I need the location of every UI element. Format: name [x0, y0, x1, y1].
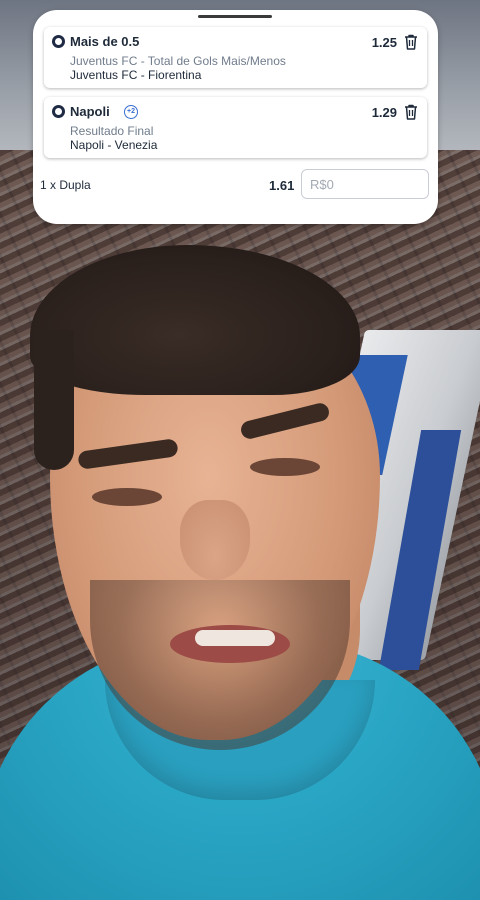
total-odds: 1.61	[269, 178, 295, 193]
right-eye	[250, 458, 320, 476]
bet-selection[interactable]: Mais de 0.5 Juventus FC - Total de Gols …	[44, 27, 427, 88]
selection-odds: 1.25	[371, 35, 397, 50]
selection-market: Resultado Final	[70, 124, 154, 138]
bet-selection[interactable]: Napoli +2 Resultado Final Napoli - Venez…	[44, 97, 427, 158]
selection-title: Napoli	[70, 104, 110, 119]
trash-icon[interactable]	[404, 104, 418, 120]
person-hair-side	[34, 330, 74, 470]
soccer-ball-icon	[52, 35, 65, 48]
soccer-ball-icon	[52, 105, 65, 118]
stake-input[interactable]	[301, 169, 429, 199]
teeth	[195, 630, 275, 646]
nose	[180, 500, 250, 580]
bet-slip-card: Mais de 0.5 Juventus FC - Total de Gols …	[33, 10, 438, 224]
selection-title: Mais de 0.5	[70, 34, 140, 49]
drag-handle[interactable]	[198, 15, 272, 18]
selection-match: Juventus FC - Fiorentina	[70, 68, 202, 82]
selection-odds: 1.29	[371, 105, 397, 120]
boost-badge: +2	[124, 105, 138, 119]
left-eye	[92, 488, 162, 506]
selection-match: Napoli - Venezia	[70, 138, 158, 152]
bet-type-label: 1 x Dupla	[40, 178, 91, 192]
selection-market: Juventus FC - Total de Gols Mais/Menos	[70, 54, 286, 68]
trash-icon[interactable]	[404, 34, 418, 50]
